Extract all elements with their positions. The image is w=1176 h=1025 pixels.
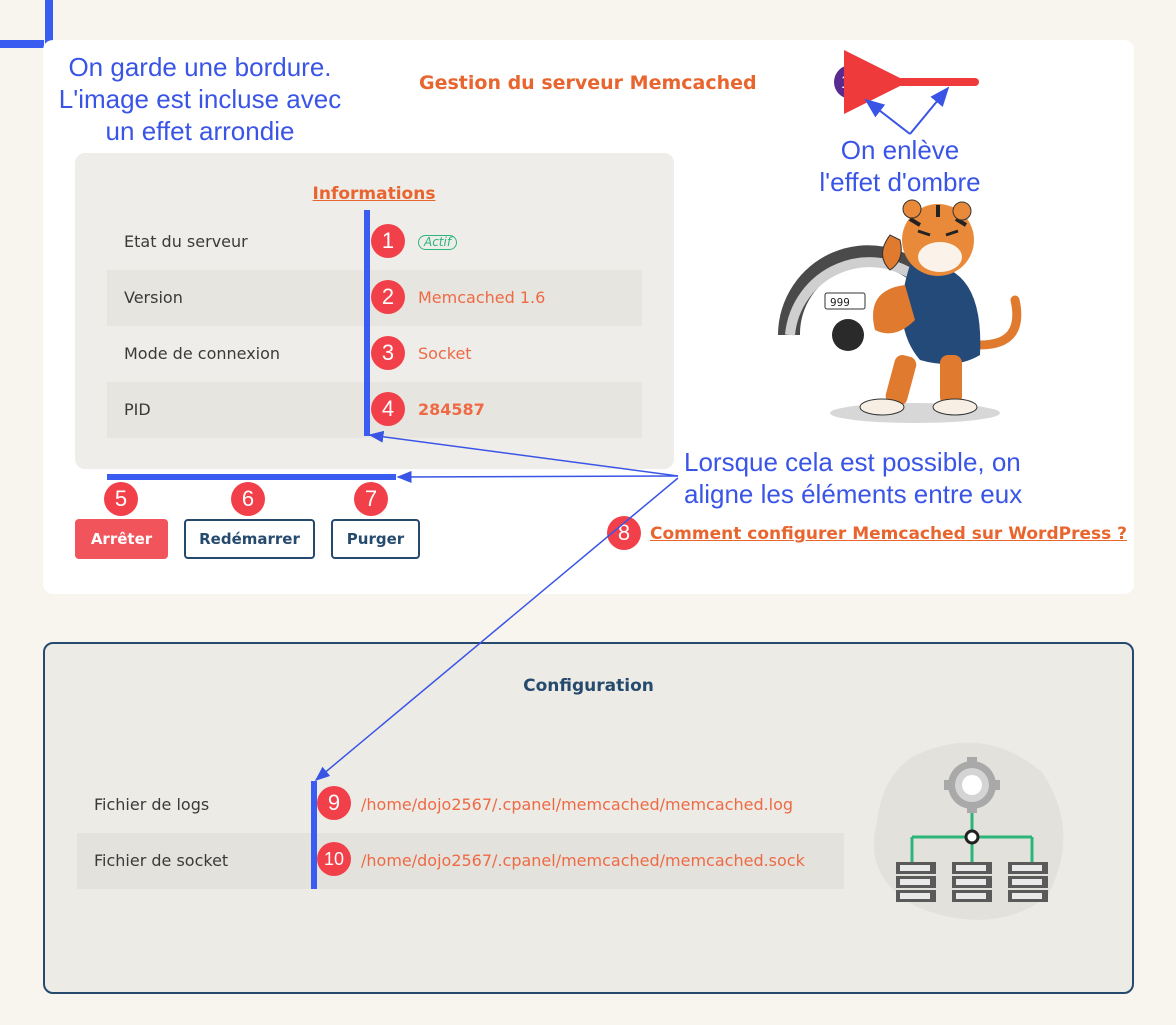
arrow-align-config	[314, 477, 679, 781]
annotation-arrows	[314, 50, 979, 781]
arrow-align-horizontal	[396, 470, 679, 483]
arrow-shadow-2	[909, 86, 950, 135]
arrow-shadow-1	[864, 98, 911, 135]
arrow-align-vertical	[368, 430, 679, 477]
